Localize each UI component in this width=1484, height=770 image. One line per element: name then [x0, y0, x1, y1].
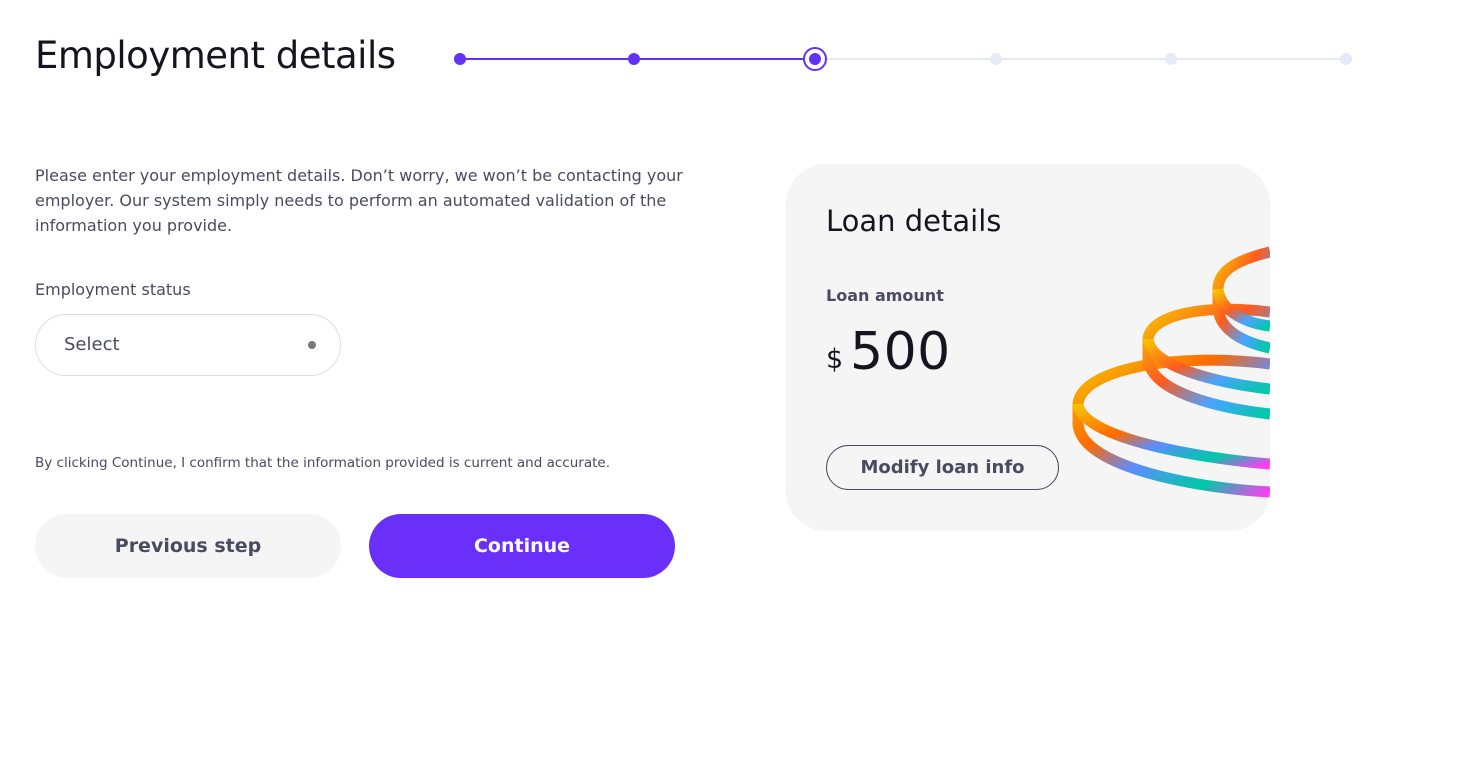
- employment-status-label: Employment status: [35, 280, 191, 299]
- stepper-remaining-line: [815, 58, 1347, 60]
- step-6-dot: [1340, 53, 1352, 65]
- loan-details-card: Loan details Loan amount $ 500 Modify lo…: [786, 164, 1270, 531]
- progress-stepper: [452, 44, 1362, 74]
- step-3-dot-current: [803, 47, 827, 71]
- step-1-dot: [454, 53, 466, 65]
- employment-details-page: Employment details Please enter your emp…: [0, 0, 1484, 770]
- employment-status-select[interactable]: Select: [35, 314, 341, 376]
- step-5-dot: [1165, 53, 1177, 65]
- stacked-rings-illustration-icon: [1072, 246, 1270, 498]
- step-4-dot: [990, 53, 1002, 65]
- page-title: Employment details: [35, 34, 396, 77]
- loan-card-title: Loan details: [826, 204, 1002, 238]
- continue-button[interactable]: Continue: [369, 514, 675, 578]
- step-2-dot: [628, 53, 640, 65]
- loan-amount-value: 500: [850, 322, 951, 382]
- loan-amount-label: Loan amount: [826, 286, 944, 305]
- loan-currency-symbol: $: [826, 344, 844, 375]
- previous-step-button[interactable]: Previous step: [35, 514, 341, 578]
- consent-text: By clicking Continue, I confirm that the…: [35, 455, 610, 471]
- modify-loan-info-button[interactable]: Modify loan info: [826, 445, 1059, 490]
- intro-text: Please enter your employment details. Do…: [35, 166, 683, 235]
- dropdown-indicator-icon: [308, 341, 316, 349]
- employment-status-value: Select: [64, 334, 120, 355]
